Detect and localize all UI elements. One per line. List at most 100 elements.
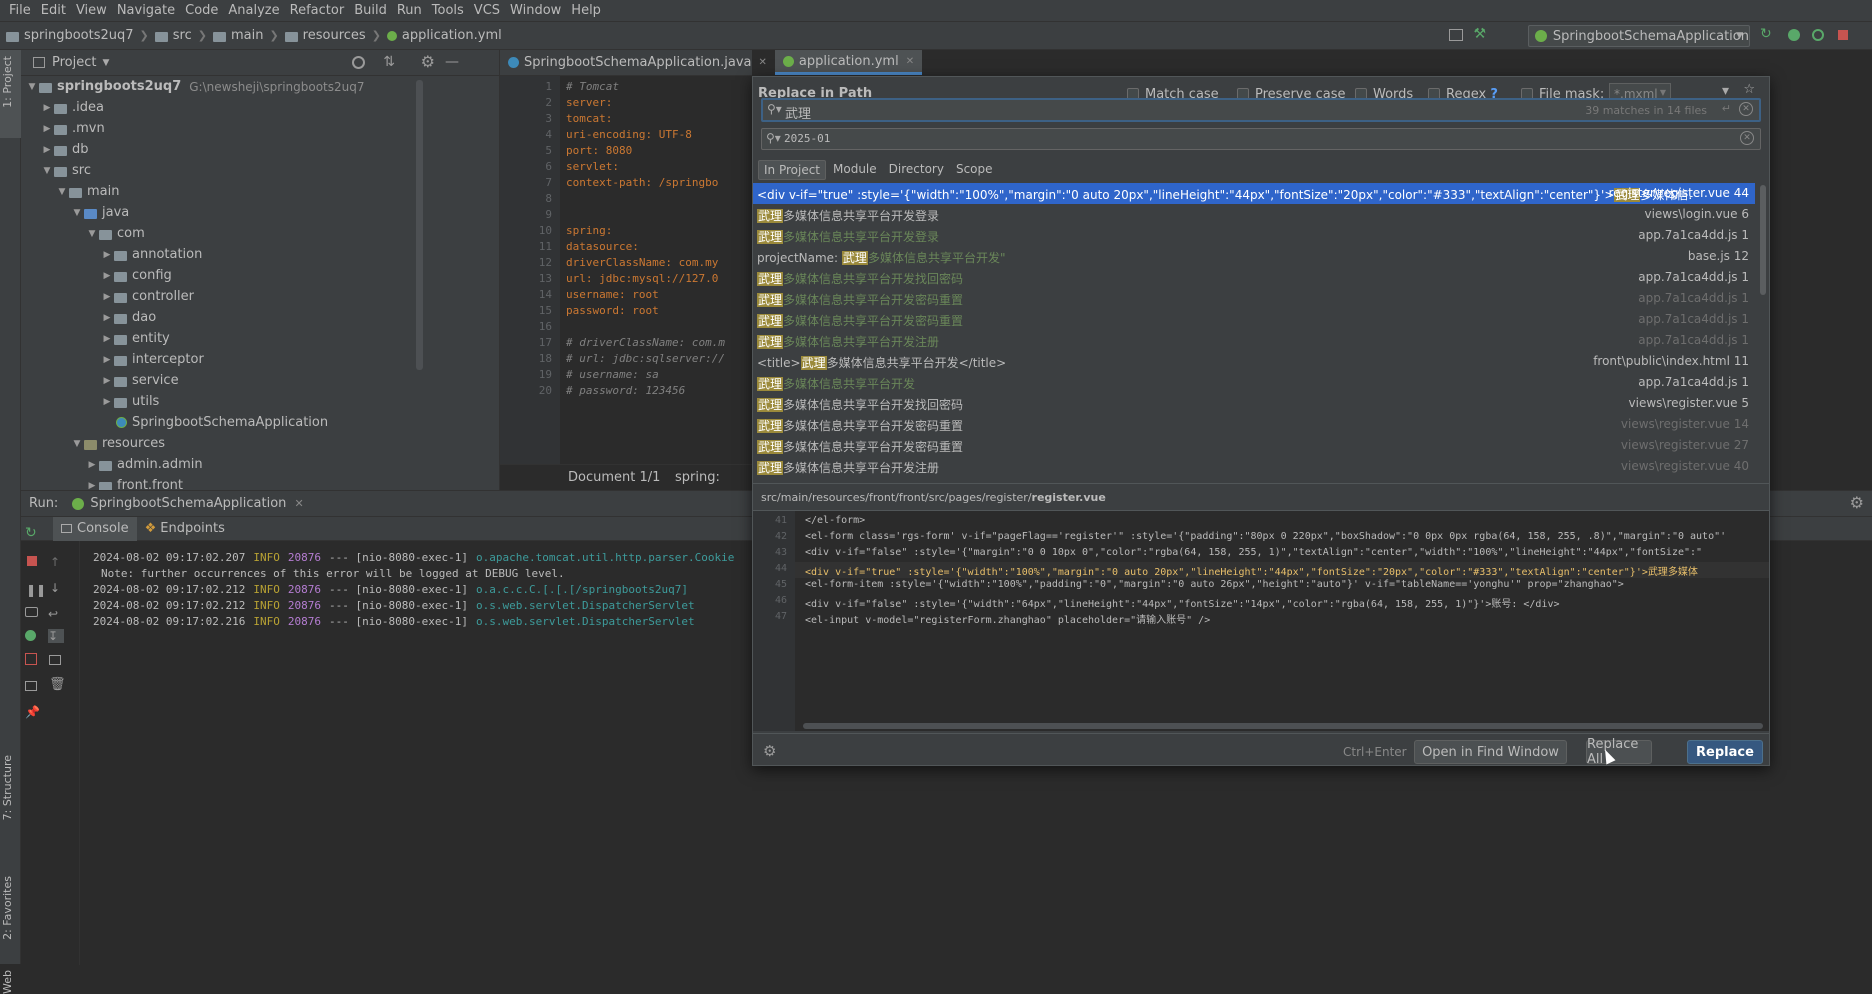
chevron-right-icon[interactable]: ▶ <box>100 271 114 281</box>
results-list[interactable]: <div v-if="true" :style='{"width":"100%"… <box>753 183 1755 483</box>
result-row[interactable]: 武理多媒体信息共享平台开发找回密码 views\register.vue 5 <box>753 393 1755 414</box>
menu-item-view[interactable]: View <box>71 3 112 18</box>
gear-icon[interactable]: ⚙ <box>763 742 776 760</box>
results-scrollbar[interactable] <box>1760 185 1766 295</box>
tree-item[interactable]: ▶ interceptor <box>21 349 499 370</box>
coverage-icon[interactable] <box>1812 29 1824 41</box>
menu-item-window[interactable]: Window <box>505 3 566 18</box>
tree-item[interactable]: ▼ com <box>21 223 499 244</box>
tree-item[interactable]: ▶ annotation <box>21 244 499 265</box>
result-row[interactable]: 武理多媒体信息共享平台开发 app.7a1ca4dd.js 1 <box>753 372 1755 393</box>
tree-item[interactable]: ▶ db <box>21 139 499 160</box>
result-row[interactable]: 武理多媒体信息共享平台开发注册 views\register.vue 40 <box>753 456 1755 477</box>
run-config-select[interactable]: SpringbootSchemaApplication ▼ <box>1528 25 1750 47</box>
tree-item[interactable]: ▶ entity <box>21 328 499 349</box>
chevron-right-icon[interactable]: ▶ <box>100 334 114 344</box>
menu-item-tools[interactable]: Tools <box>427 3 469 18</box>
tree-item[interactable]: ▼ springboots2uq7 G:\newsheji\springboots2… <box>21 76 499 97</box>
result-row[interactable]: 武理多媒体信息共享平台开发密码重置 views\register.vue 27 <box>753 435 1755 456</box>
chevron-right-icon[interactable]: ▶ <box>40 103 54 113</box>
project-panel-title[interactable]: Project <box>52 55 96 70</box>
tree-item[interactable]: ▶ dao <box>21 307 499 328</box>
menu-item-refactor[interactable]: Refactor <box>285 3 350 18</box>
chevron-down-icon[interactable]: ▼ <box>40 166 54 176</box>
web-tool-tab[interactable]: Web <box>1 970 14 994</box>
chevron-down-icon[interactable]: ▼ <box>102 58 109 68</box>
menu-item-vcs[interactable]: VCS <box>469 3 505 18</box>
tree-item[interactable]: ▼ main <box>21 181 499 202</box>
breadcrumb-item[interactable]: resources <box>284 28 366 43</box>
collapse-all-icon[interactable]: ⇅ <box>383 54 395 70</box>
menu-item-file[interactable]: File <box>4 3 36 18</box>
result-row[interactable]: 武理多媒体信息共享平台开发密码重置 app.7a1ca4dd.js 1 <box>753 288 1755 309</box>
chevron-right-icon[interactable]: ▶ <box>100 355 114 365</box>
build-hammer-icon[interactable]: ⚒ <box>1473 26 1486 42</box>
run-config-tab[interactable]: SpringbootSchemaApplication <box>90 496 286 511</box>
replace-all-button[interactable]: Replace All <box>1586 737 1652 767</box>
tree-item[interactable]: ▼ resources <box>21 433 499 454</box>
rerun-icon[interactable]: ↻ <box>25 525 41 541</box>
chevron-right-icon[interactable]: ▶ <box>85 460 99 470</box>
tree-item[interactable]: ▶ controller <box>21 286 499 307</box>
pin-icon[interactable]: ☆ <box>1743 82 1755 97</box>
result-row[interactable]: 武理多媒体信息共享平台开发登录 views\login.vue 6 <box>753 204 1755 225</box>
endpoints-tab[interactable]: ❖ Endpoints <box>137 517 233 541</box>
chevron-right-icon[interactable]: ▶ <box>100 292 114 302</box>
result-row[interactable]: 武理多媒体信息共享平台开发密码重置 views\register.vue 14 <box>753 414 1755 435</box>
preview-pane[interactable]: 41 </el-form> 42 <el-form class='rgs-form… <box>753 511 1769 731</box>
console-tab[interactable]: Console <box>53 516 137 541</box>
chevron-down-icon[interactable]: ▼ <box>85 229 99 239</box>
result-row[interactable]: <title>武理多媒体信息共享平台开发</title> front\public… <box>753 351 1755 372</box>
menu-item-build[interactable]: Build <box>349 3 392 18</box>
rerun-icon[interactable]: ↻ <box>1760 26 1776 42</box>
result-row[interactable]: 武理多媒体信息共享平台开发注册 app.7a1ca4dd.js 1 <box>753 330 1755 351</box>
menu-item-code[interactable]: Code <box>180 3 223 18</box>
editor-tab[interactable]: SpringbootSchemaApplication.java ✕ <box>500 50 775 75</box>
scope-tab-scope[interactable]: Scope <box>951 160 998 180</box>
favorites-tool-tab[interactable]: 2: Favorites <box>1 876 14 940</box>
result-row[interactable]: 武理多媒体信息共享平台开发找回密码 app.7a1ca4dd.js 1 <box>753 267 1755 288</box>
result-row[interactable]: 武理多媒体信息共享平台开发密码重置 app.7a1ca4dd.js 1 <box>753 309 1755 330</box>
chevron-down-icon[interactable]: ▼ <box>70 439 84 449</box>
project-tool-tab[interactable]: 1: Project <box>1 56 14 108</box>
breadcrumb-item[interactable]: springboots2uq7 <box>6 28 134 43</box>
gear-icon[interactable]: ⚙ <box>1850 493 1864 512</box>
chevron-down-icon[interactable]: ▼ <box>70 208 84 218</box>
close-icon[interactable]: ✕ <box>758 57 766 68</box>
breadcrumb-item[interactable]: application.yml <box>386 28 502 43</box>
chevron-right-icon[interactable]: ▶ <box>40 145 54 155</box>
open-in-find-window-button[interactable]: Open in Find Window <box>1414 740 1567 764</box>
chevron-right-icon[interactable]: ▶ <box>100 250 114 260</box>
result-row[interactable]: projectName: 武理多媒体信息共享平台开发" base.js 12 <box>753 246 1755 267</box>
tree-item[interactable]: ▼ src <box>21 160 499 181</box>
menu-item-analyze[interactable]: Analyze <box>223 3 284 18</box>
result-row[interactable]: 武理多媒体信息共享平台开发登录 app.7a1ca4dd.js 1 <box>753 225 1755 246</box>
chevron-down-icon[interactable]: ▼ <box>55 187 69 197</box>
chevron-right-icon[interactable]: ▶ <box>100 376 114 386</box>
close-icon[interactable]: ✕ <box>294 497 303 510</box>
chevron-right-icon[interactable]: ▶ <box>100 313 114 323</box>
menu-item-navigate[interactable]: Navigate <box>112 3 180 18</box>
scope-tab-directory[interactable]: Directory <box>884 160 949 180</box>
clear-icon[interactable]: ✕ <box>1740 131 1754 145</box>
tree-item[interactable]: ▶ .mvn <box>21 118 499 139</box>
layout-icon[interactable] <box>1449 29 1464 41</box>
tree-item[interactable]: ▶ config <box>21 265 499 286</box>
breadcrumb-item[interactable]: src <box>154 28 192 43</box>
tree-item[interactable]: ▶ .idea <box>21 97 499 118</box>
stop-icon[interactable] <box>1838 30 1848 40</box>
chevron-right-icon[interactable]: ▶ <box>85 481 99 491</box>
replace-input[interactable]: ⚲▾ 2025-01 ✕ <box>761 128 1761 150</box>
clear-icon[interactable]: ✕ <box>1739 102 1753 116</box>
tree-item[interactable]: ▶ utils <box>21 391 499 412</box>
scope-tab-module[interactable]: Module <box>828 160 882 180</box>
gear-icon[interactable]: ⚙ <box>421 52 435 71</box>
tree-item[interactable]: ▶ admin.admin <box>21 454 499 475</box>
tree-item[interactable]: ▶ service <box>21 370 499 391</box>
search-input[interactable]: ⚲▾ 武理 39 matches in 14 files ↵ ✕ <box>761 98 1761 122</box>
editor-tab[interactable]: application.yml ✕ <box>774 50 923 75</box>
debug-bug-icon[interactable] <box>1788 29 1800 41</box>
chevron-down-icon[interactable]: ▼ <box>25 82 39 92</box>
chevron-right-icon[interactable]: ▶ <box>40 124 54 134</box>
tree-item[interactable]: ▼ java <box>21 202 499 223</box>
